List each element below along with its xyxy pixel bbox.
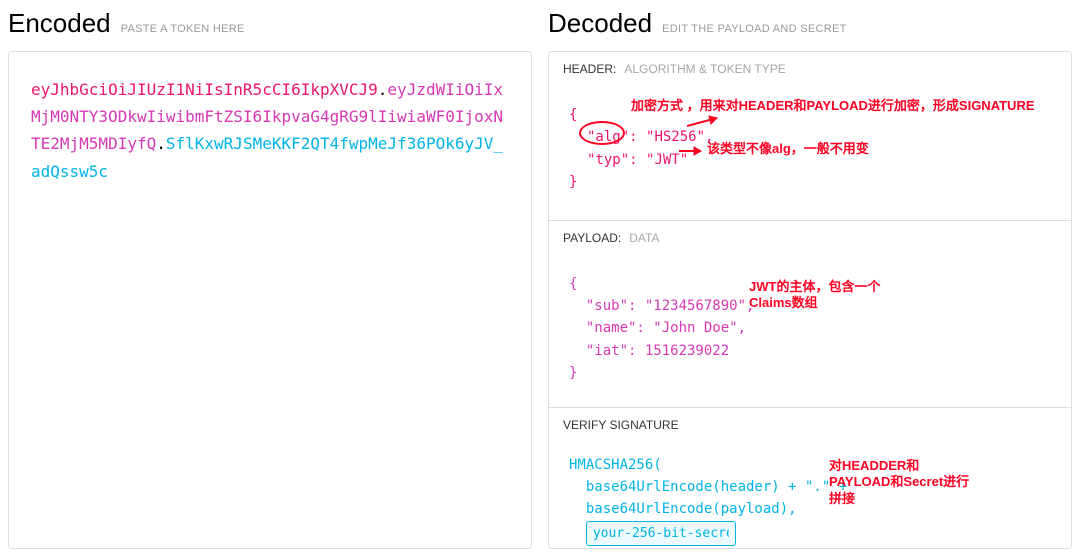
code-line: base64UrlEncode(header) + "." + (569, 476, 1051, 498)
signature-label: VERIFY SIGNATURE (563, 418, 679, 432)
signature-section: VERIFY SIGNATURE HMACSHA256( base64UrlEn… (549, 408, 1071, 549)
secret-input[interactable] (586, 521, 736, 546)
encoded-subtitle: PASTE A TOKEN HERE (121, 23, 245, 35)
payload-section: PAYLOAD: DATA { "sub": "1234567890", "na… (549, 221, 1071, 408)
token-dot: . (156, 134, 166, 153)
code-line: HMACSHA256( (569, 454, 1051, 476)
code-line: "iat": 1516239022 (569, 340, 1051, 362)
code-line: base64UrlEncode(payload), (569, 498, 1051, 520)
code-line: ) secret base64 encoded (569, 546, 1051, 549)
encoded-token[interactable]: eyJhbGciOiJIUzI1NiIsInR5cCI6IkpXVCJ9.eyJ… (9, 52, 531, 209)
decoded-panel: HEADER: ALGORITHM & TOKEN TYPE { "alg": … (548, 51, 1072, 549)
decoded-title-row: Decoded EDIT THE PAYLOAD AND SECRET (548, 4, 1072, 51)
secret-base64-label: secret base64 encoded (604, 546, 781, 549)
code-line: "alg": "HS256", (569, 126, 1051, 148)
payload-section-head: PAYLOAD: DATA (549, 221, 1071, 255)
encoded-title: Encoded (8, 8, 111, 39)
header-section: HEADER: ALGORITHM & TOKEN TYPE { "alg": … (549, 52, 1071, 221)
header-label: HEADER: (563, 62, 616, 76)
payload-sublabel: DATA (629, 231, 659, 245)
code-line: "sub": "1234567890", (569, 295, 1051, 317)
signature-body[interactable]: HMACSHA256( base64UrlEncode(header) + ".… (549, 442, 1071, 549)
token-dot: . (378, 80, 388, 99)
payload-body[interactable]: { "sub": "1234567890", "name": "John Doe… (549, 255, 1071, 407)
encoded-panel[interactable]: eyJhbGciOiJIUzI1NiIsInR5cCI6IkpXVCJ9.eyJ… (8, 51, 532, 549)
code-line: "typ": "JWT" (569, 149, 1051, 171)
encoded-title-row: Encoded PASTE A TOKEN HERE (8, 4, 532, 51)
header-body[interactable]: { "alg": "HS256", "typ": "JWT" } 加密方式 ，用… (549, 86, 1071, 220)
signature-section-head: VERIFY SIGNATURE (549, 408, 1071, 442)
payload-label: PAYLOAD: (563, 231, 621, 245)
code-line: } (569, 362, 1051, 384)
code-line: "name": "John Doe", (569, 317, 1051, 339)
header-sublabel: ALGORITHM & TOKEN TYPE (624, 62, 785, 76)
token-header-segment: eyJhbGciOiJIUzI1NiIsInR5cCI6IkpXVCJ9 (31, 80, 378, 99)
decoded-title: Decoded (548, 8, 652, 39)
code-line: { (569, 273, 1051, 295)
header-section-head: HEADER: ALGORITHM & TOKEN TYPE (549, 52, 1071, 86)
decoded-subtitle: EDIT THE PAYLOAD AND SECRET (662, 23, 847, 35)
code-line: } (569, 171, 1051, 193)
code-line: { (569, 104, 1051, 126)
code-line (569, 521, 1051, 546)
